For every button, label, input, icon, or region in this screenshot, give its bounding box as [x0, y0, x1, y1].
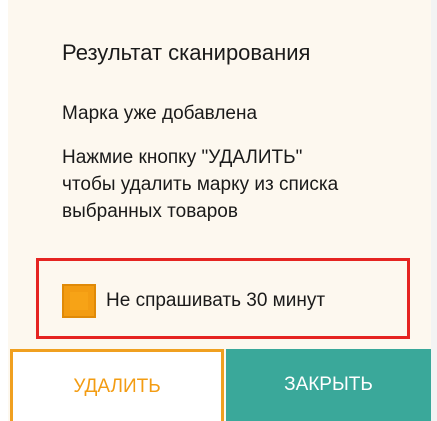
scan-result-dialog: Результат сканирования Марка уже добавле… — [0, 0, 437, 421]
instruction-line: Нажмие кнопку "УДАЛИТЬ" — [62, 147, 303, 168]
instruction-line: выбранных товаров — [62, 201, 238, 222]
dialog-title: Результат сканирования — [62, 40, 311, 65]
dont-ask-label[interactable]: Не спрашивать 30 минут — [106, 290, 325, 312]
instruction-text: Нажмие кнопку "УДАЛИТЬ" чтобы удалить ма… — [62, 144, 412, 225]
dialog-left-edge — [0, 0, 8, 421]
instruction-line: чтобы удалить марку из списка — [62, 174, 339, 195]
dont-ask-checkbox[interactable] — [62, 284, 96, 318]
delete-button[interactable]: УДАЛИТЬ — [10, 349, 224, 421]
status-message: Марка уже добавлена — [62, 103, 258, 124]
dont-ask-option[interactable]: Не спрашивать 30 минут — [62, 283, 325, 319]
close-button[interactable]: ЗАКРЫТЬ — [226, 349, 431, 421]
dialog-right-edge — [431, 0, 437, 421]
